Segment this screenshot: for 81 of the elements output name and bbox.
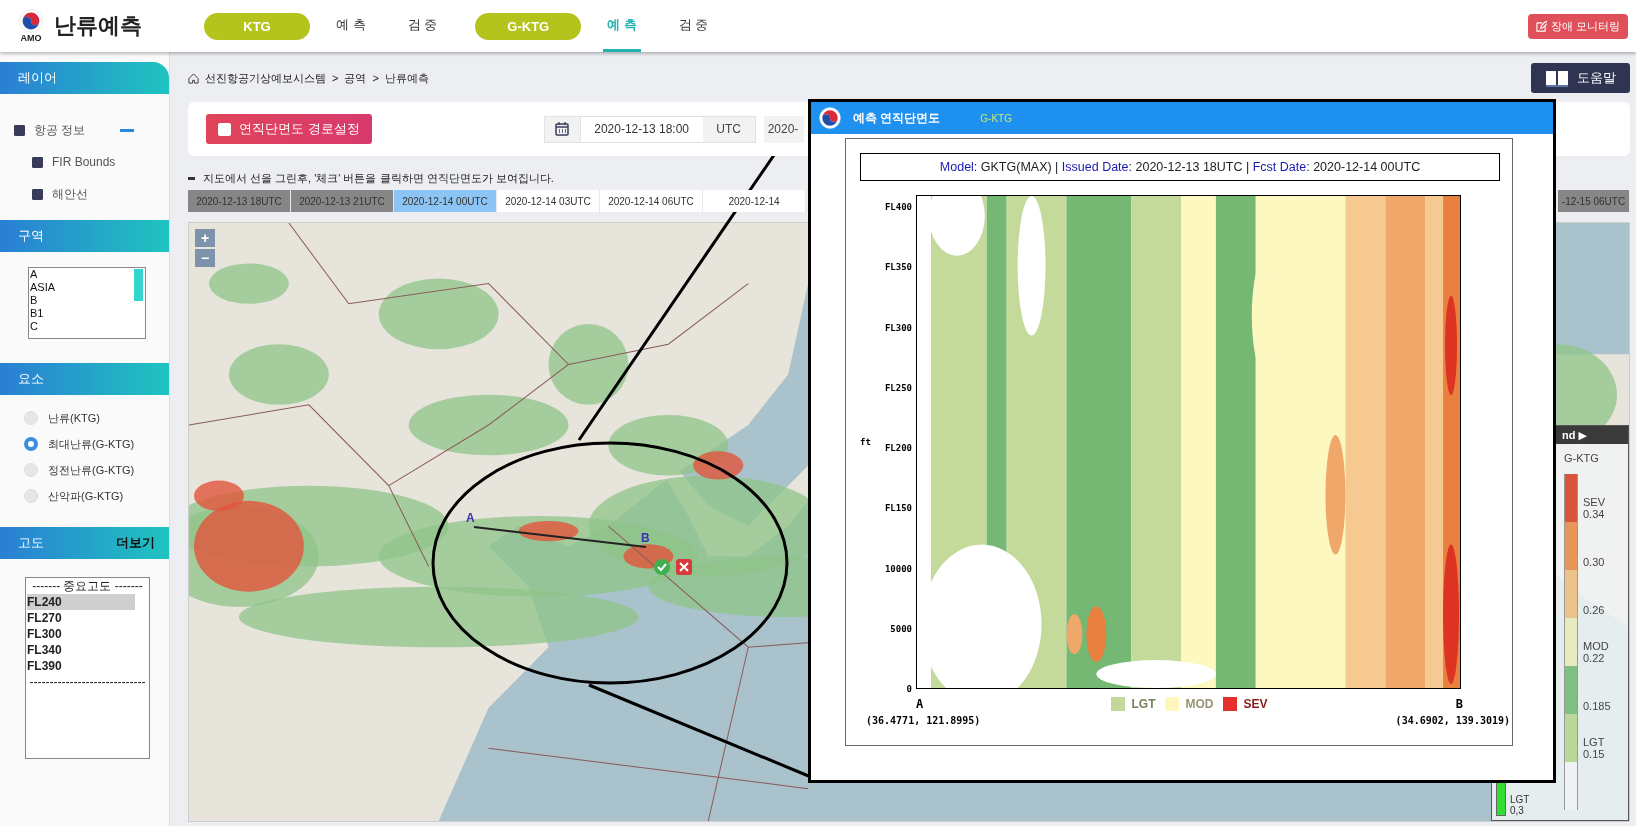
collapse-icon[interactable] <box>120 128 135 132</box>
time-tab[interactable]: 2020-12-14 00UTC <box>394 190 497 212</box>
calendar-button[interactable] <box>544 116 581 142</box>
time-tab[interactable]: 2020-12-14 06UTC <box>600 190 703 212</box>
section-title: 레이어 <box>18 69 57 87</box>
region-listbox[interactable]: A ASIA B B1 C <box>28 267 146 339</box>
tick-label: FL350 <box>884 261 912 274</box>
coordinate-label: (34.6902, 139.3019) <box>1395 715 1510 726</box>
scale-label: 0.26 <box>1583 604 1605 618</box>
layer-label: 해안선 <box>52 185 88 203</box>
scrollbar-thumb[interactable] <box>134 269 143 301</box>
close-icon[interactable] <box>676 559 692 575</box>
scale-label: MOD 0.22 <box>1583 640 1609 666</box>
tick-label: FL250 <box>884 381 912 394</box>
tick-label: 10000 <box>884 562 912 575</box>
bullet-icon <box>188 176 195 180</box>
layer-checkbox[interactable] <box>14 124 25 136</box>
legend-value: 0,3 <box>1510 805 1525 816</box>
time-tab[interactable]: 2020-12-13 18UTC <box>188 190 291 212</box>
radio-label: 산악파(G-KTG) <box>48 488 124 504</box>
emblem-icon <box>819 107 841 129</box>
help-button[interactable]: 도움말 <box>1531 63 1630 93</box>
layer-label: 항공 정보 <box>34 121 86 139</box>
axis-label: ft <box>859 437 872 447</box>
home-icon <box>188 72 199 84</box>
axis-end-label: B <box>1455 697 1463 711</box>
time-tab[interactable]: 2020-12-14 03UTC <box>497 190 600 212</box>
chart-title: Model: GKTG(MAX) | Issued Date: 2020-12-13 18UTC | Fcst Date: 2020-12-14 00UTC <box>860 153 1500 181</box>
route-setting-button[interactable]: 연직단면도 경로설정 <box>206 114 372 144</box>
point-label: B <box>641 531 650 545</box>
app-title: 난류예측 <box>54 12 143 40</box>
point-label: A <box>466 511 475 525</box>
edit-icon <box>1535 20 1547 32</box>
calendar-icon <box>555 122 570 136</box>
legend-item: SEV <box>1223 697 1268 711</box>
axis-end-label: A <box>916 697 924 711</box>
section-title: 구역 <box>18 227 44 245</box>
more-link[interactable]: 더보기 <box>116 534 155 552</box>
popup-title: 예측 연직단면도 <box>853 109 941 127</box>
popup-subtitle: G-KTG <box>980 112 1012 124</box>
instruction-text: 지도에서 선을 그린후, '체크' 버튼을 클릭하면 연직단면도가 보여집니다. <box>203 170 554 186</box>
tick-label: 0 <box>906 683 912 695</box>
section-title: 요소 <box>18 370 44 388</box>
nav-link[interactable]: 검 중 <box>403 0 442 52</box>
scale-label: SEV 0.34 <box>1583 496 1605 522</box>
book-icon <box>1545 69 1569 87</box>
radio-label: 최대난류(G-KTG) <box>48 436 135 452</box>
scale-label: 0.30 <box>1583 556 1605 570</box>
legend-item: MOD <box>1165 697 1214 711</box>
section-title: 고도 <box>18 534 44 552</box>
checkbox[interactable] <box>218 122 231 136</box>
scale-label: 0.185 <box>1583 700 1611 714</box>
tick-label: FL300 <box>884 321 912 334</box>
radio-label: 난류(KTG) <box>48 410 100 426</box>
layer-checkbox[interactable] <box>32 188 43 200</box>
logo-text: AMO <box>20 33 42 43</box>
layer-checkbox[interactable] <box>32 156 43 168</box>
outage-monitoring-button[interactable]: 장애 모니터링 <box>1527 13 1628 39</box>
layer-label: FIR Bounds <box>52 155 116 169</box>
nav-link[interactable]: 예 측 <box>332 0 370 52</box>
tick-label: FL200 <box>884 442 912 454</box>
legend-title: G-KTG <box>1564 451 1600 466</box>
tick-label: FL400 <box>884 201 912 213</box>
radio-label: 정전난류(G-KTG) <box>48 462 135 478</box>
timezone-label: UTC <box>702 116 755 142</box>
nav-link[interactable]: 검 중 <box>674 0 713 52</box>
date-field[interactable]: 2020-12-13 18:00 UTC <box>543 115 756 143</box>
coordinate-label: (36.4771, 121.8995) <box>866 715 981 726</box>
time-tab[interactable]: -12-15 06UTC <box>1558 190 1630 212</box>
scale-label: LGT 0.15 <box>1583 736 1605 762</box>
legend-item: LGT <box>1111 697 1156 711</box>
tick-label: 5000 <box>890 622 912 635</box>
altitude-listbox[interactable]: ------- 중요고도 ------- FL240 FL270 FL300 FL340 FL390 ----------------------------- <box>25 577 150 759</box>
date-field[interactable]: 2020- <box>763 115 804 143</box>
radio-button[interactable] <box>24 437 38 451</box>
emblem-icon <box>19 9 43 33</box>
time-tab[interactable]: 2020-12-14 <box>703 190 806 212</box>
breadcrumb: 선진항공기상예보시스템 > 공역 > 난류예측 <box>188 70 429 86</box>
tick-label: FL150 <box>884 502 912 515</box>
time-tab[interactable]: 2020-12-13 21UTC <box>291 190 394 212</box>
legend-label: LGT <box>1510 794 1530 805</box>
